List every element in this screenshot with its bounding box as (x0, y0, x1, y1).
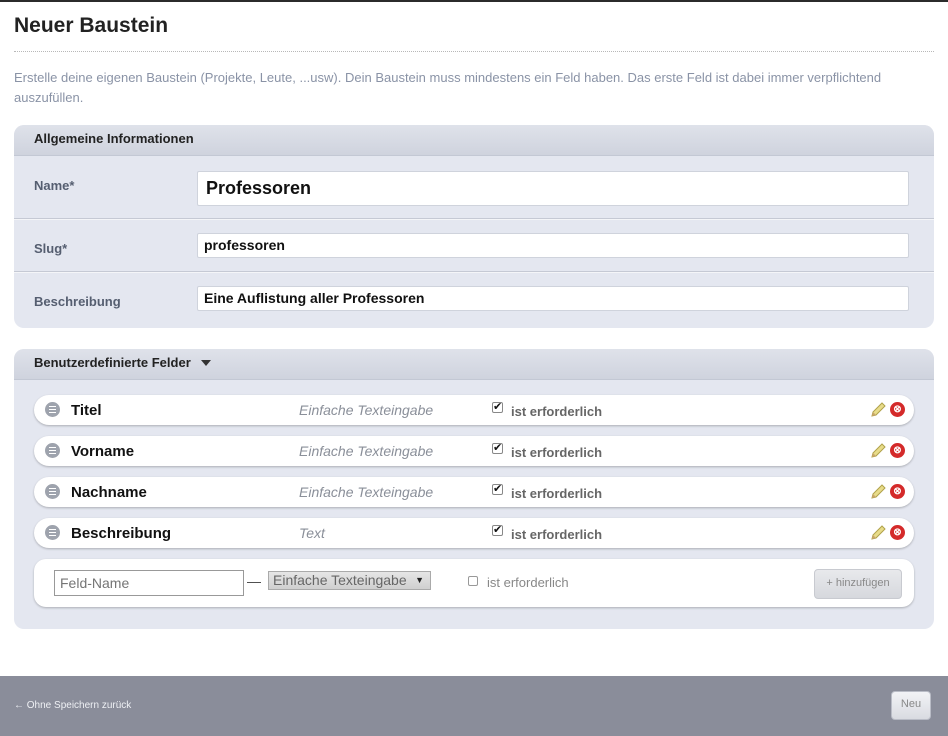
field-name: Vorname (71, 443, 135, 460)
field-name-input[interactable] (54, 570, 244, 596)
field-row: Beschreibung Text ✔ ist erforderlich ⊗ (34, 518, 914, 548)
field-type: Text (299, 525, 325, 541)
caret-down-icon (200, 359, 211, 366)
required-label: ist erforderlich (511, 445, 603, 460)
slug-row: Slug* professoren (14, 220, 934, 272)
page-title: Neuer Baustein (14, 14, 169, 37)
separator-dash: — (247, 573, 261, 589)
description-row: Beschreibung Eine Auflistung aller Profe… (14, 273, 934, 328)
field-type: Einfache Texteingabe (299, 402, 434, 418)
name-input[interactable]: Professoren (197, 171, 909, 206)
delete-icon[interactable]: ⊗ (890, 484, 905, 499)
top-border (0, 0, 948, 2)
field-row: Nachname Einfache Texteingabe ✔ ist erfo… (34, 477, 914, 507)
slug-label: Slug* (34, 241, 68, 256)
required-label: ist erforderlich (511, 404, 603, 419)
delete-icon[interactable]: ⊗ (890, 525, 905, 540)
custom-fields-panel: Benutzerdefinierte Felder Titel Einfache… (14, 349, 934, 629)
edit-pencil-icon[interactable] (869, 483, 887, 501)
field-row: Titel Einfache Texteingabe ✔ ist erforde… (34, 395, 914, 425)
edit-pencil-icon[interactable] (869, 442, 887, 460)
required-label: ist erforderlich (487, 575, 569, 590)
field-type: Einfache Texteingabe (299, 484, 434, 500)
field-type: Einfache Texteingabe (299, 443, 434, 459)
select-arrow-icon: ▼ (415, 575, 424, 585)
field-type-selected: Einfache Texteingabe (273, 572, 407, 588)
edit-pencil-icon[interactable] (869, 524, 887, 542)
slug-input[interactable]: professoren (197, 233, 909, 258)
delete-icon[interactable]: ⊗ (890, 443, 905, 458)
name-row: Name* Professoren (14, 156, 934, 218)
field-name: Beschreibung (71, 525, 172, 542)
general-info-heading: Allgemeine Informationen (14, 125, 934, 156)
add-field-button[interactable]: + hinzufügen (814, 569, 902, 599)
required-checkbox[interactable]: ✔ (492, 443, 503, 454)
intro-text: Erstelle deine eigenen Baustein (Projekt… (14, 70, 882, 105)
custom-fields-heading-label: Benutzerdefinierte Felder (34, 355, 191, 370)
required-checkbox[interactable]: ✔ (492, 402, 503, 413)
delete-icon[interactable]: ⊗ (890, 402, 905, 417)
title-divider (14, 51, 934, 52)
back-without-saving-link[interactable]: ← Ohne Speichern zurück (14, 700, 131, 711)
general-info-panel: Allgemeine Informationen Name* Professor… (14, 125, 934, 328)
field-name: Titel (71, 402, 102, 419)
field-name: Nachname (71, 484, 147, 501)
description-input[interactable]: Eine Auflistung aller Professoren (197, 286, 909, 311)
drag-handle-icon[interactable] (45, 402, 60, 417)
required-checkbox[interactable]: ✔ (492, 525, 503, 536)
required-label: ist erforderlich (511, 486, 603, 501)
drag-handle-icon[interactable] (45, 443, 60, 458)
drag-handle-icon[interactable] (45, 484, 60, 499)
new-button[interactable]: Neu (891, 691, 931, 720)
footer-bar: ← Ohne Speichern zurück Neu (0, 676, 948, 736)
required-label: ist erforderlich (511, 527, 603, 542)
field-type-select[interactable]: Einfache Texteingabe ▼ (268, 571, 431, 590)
field-row: Vorname Einfache Texteingabe ✔ ist erfor… (34, 436, 914, 466)
required-checkbox[interactable]: ✔ (492, 484, 503, 495)
edit-pencil-icon[interactable] (869, 401, 887, 419)
add-field-row: — Einfache Texteingabe ▼ ist erforderlic… (34, 559, 914, 607)
description-label: Beschreibung (34, 294, 121, 309)
drag-handle-icon[interactable] (45, 525, 60, 540)
name-label: Name* (34, 178, 75, 193)
required-checkbox[interactable] (468, 576, 478, 586)
custom-fields-heading[interactable]: Benutzerdefinierte Felder (14, 349, 934, 380)
